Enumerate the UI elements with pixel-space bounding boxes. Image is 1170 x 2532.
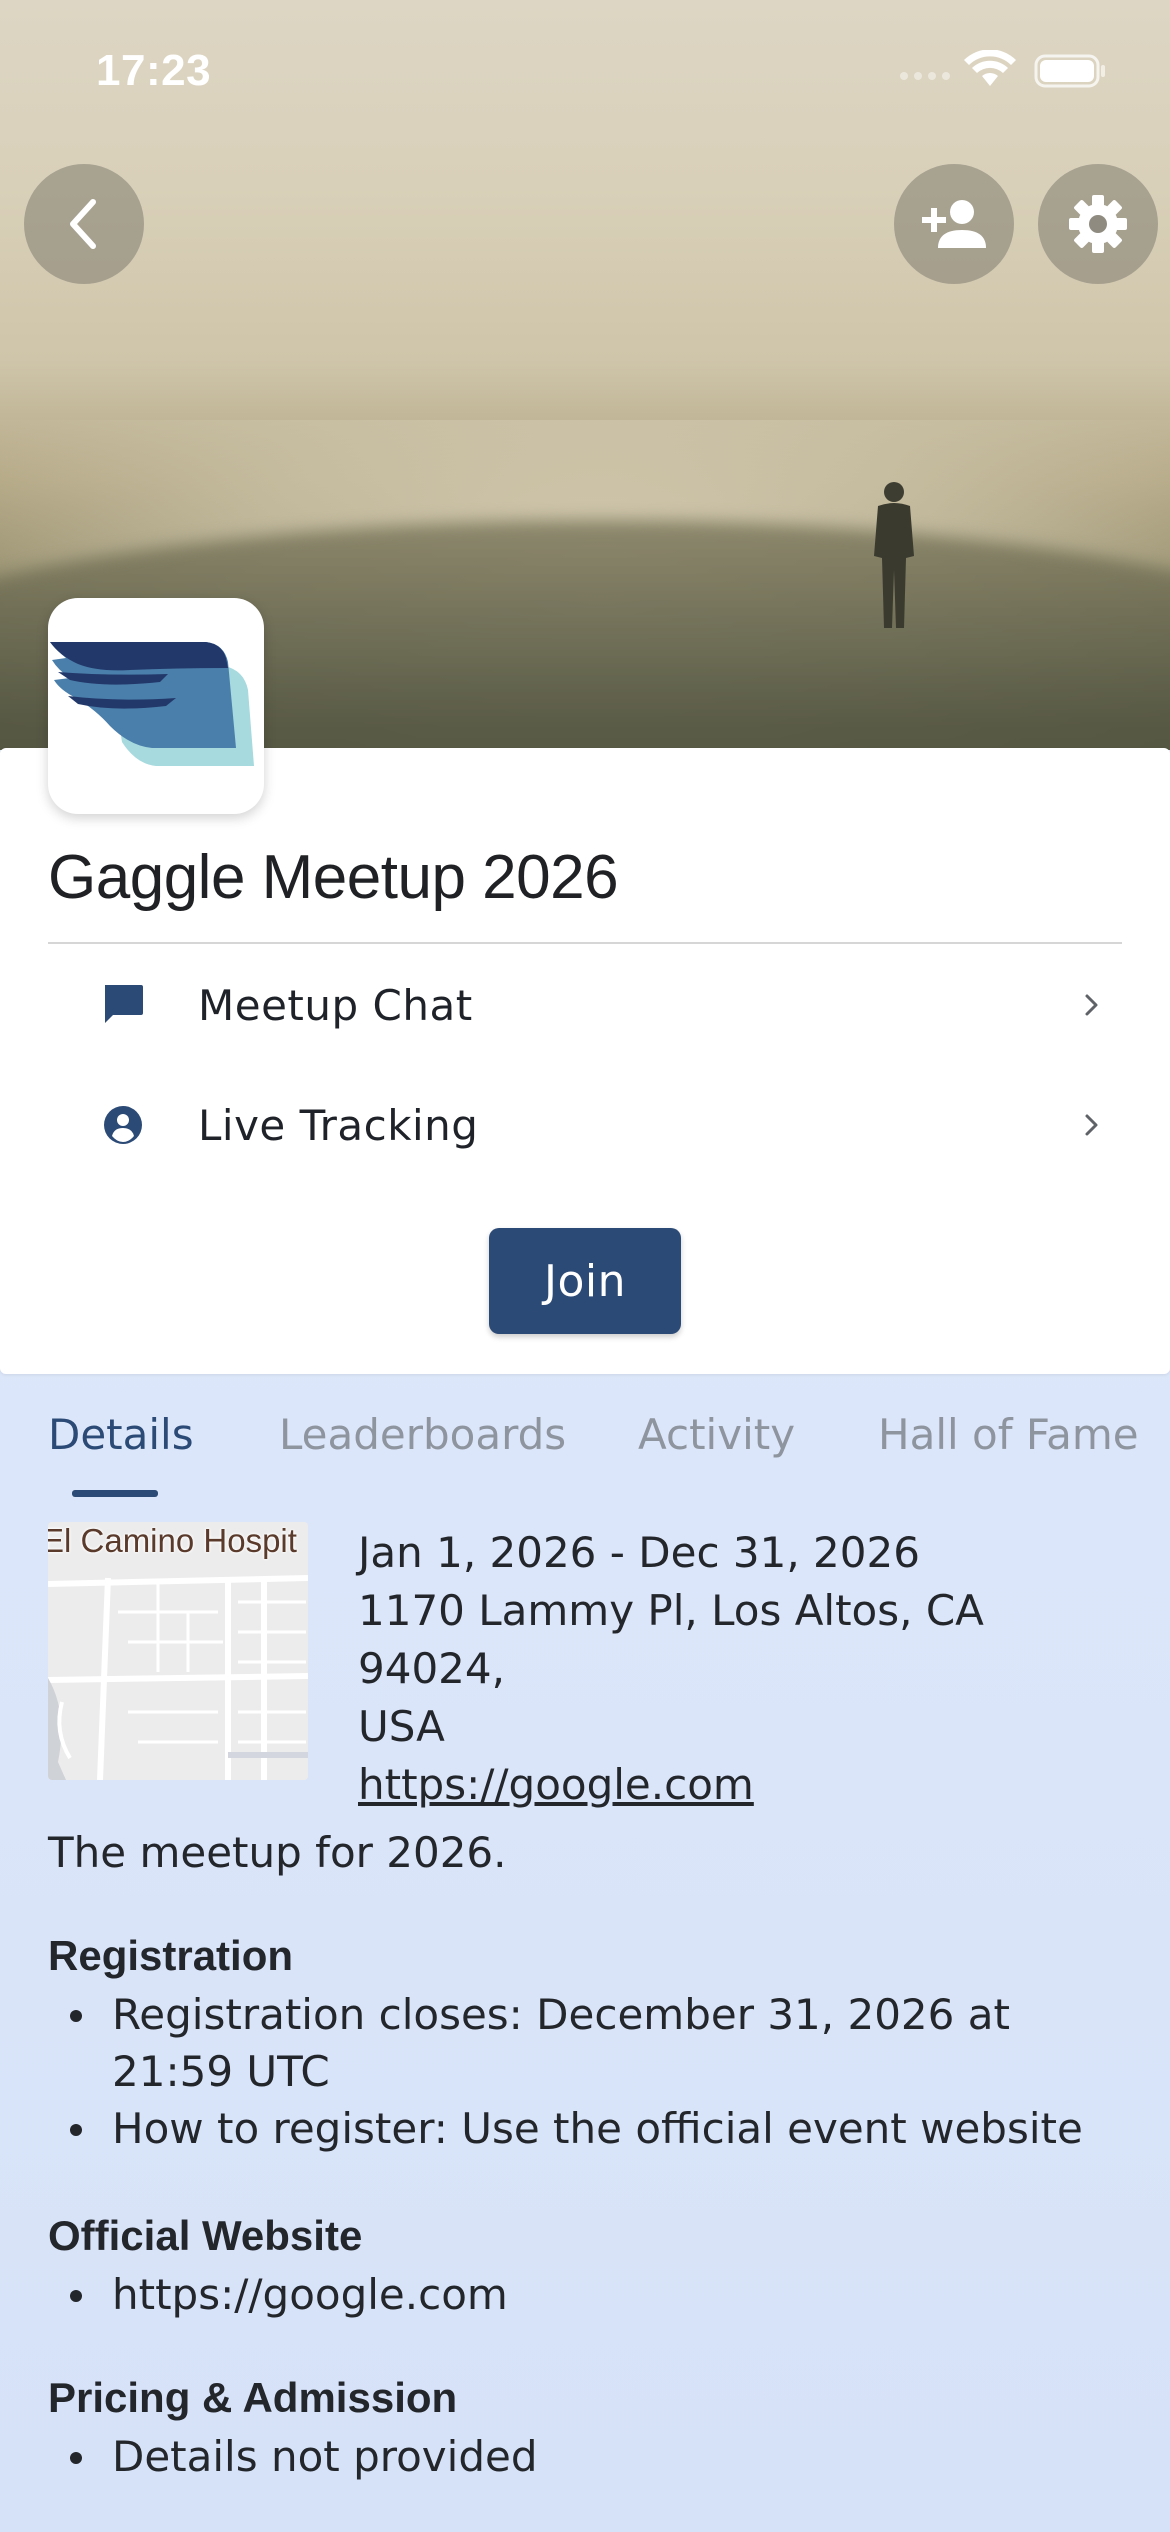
- chat-bubble-icon: [105, 985, 143, 1023]
- live-tracking-label: Live Tracking: [198, 1100, 479, 1150]
- active-tab-indicator: [72, 1490, 158, 1497]
- section-heading: Pricing & Admission: [48, 2374, 458, 2421]
- gear-icon: [1069, 195, 1127, 253]
- event-date-range: Jan 1, 2026 - Dec 31, 2026: [358, 1528, 920, 1577]
- official-website-section: Official Website https://google.com: [48, 2212, 1128, 2323]
- chevron-right-icon: [1085, 994, 1098, 1016]
- person-pin-icon: [104, 1106, 142, 1144]
- event-address-line1: 1170 Lammy Pl, Los Altos, CA 94024,: [358, 1586, 984, 1693]
- event-address-line2: USA: [358, 1702, 445, 1751]
- event-website-link[interactable]: https://google.com: [358, 1756, 1138, 1814]
- event-description: The meetup for 2026.: [48, 1828, 507, 1877]
- list-item: How to register: Use the official event …: [48, 2100, 1128, 2157]
- tab-leaderboards[interactable]: Leaderboards: [279, 1410, 566, 1459]
- event-title: Gaggle Meetup 2026: [48, 843, 619, 912]
- wifi-icon: [964, 50, 1016, 86]
- list-item: Details not provided: [48, 2428, 1128, 2485]
- join-button[interactable]: Join: [489, 1228, 681, 1334]
- map-place-label: El Camino Hospit: [48, 1522, 297, 1559]
- tab-bar: Details Leaderboards Activity Hall of Fa…: [0, 1410, 1170, 1500]
- section-heading: Official Website: [48, 2212, 363, 2259]
- status-time: 17:23: [96, 46, 212, 95]
- status-icons: [900, 50, 1105, 88]
- list-item: https://google.com: [48, 2266, 1128, 2323]
- map-streets: [48, 1522, 308, 1780]
- title-divider: [48, 942, 1122, 944]
- chevron-right-icon: [1085, 1114, 1098, 1136]
- settings-button[interactable]: [1038, 164, 1158, 284]
- registration-section: Registration Registration closes: Decemb…: [48, 1932, 1128, 2157]
- person-add-icon: [922, 200, 986, 248]
- gaggle-logo-icon: [50, 642, 254, 766]
- tab-activity[interactable]: Activity: [638, 1410, 795, 1459]
- location-map[interactable]: El Camino Hospit: [48, 1522, 308, 1780]
- section-heading: Registration: [48, 1932, 294, 1979]
- event-logo: [48, 598, 264, 814]
- tab-details[interactable]: Details: [48, 1410, 194, 1459]
- pricing-section: Pricing & Admission Details not provided: [48, 2374, 1128, 2485]
- meetup-chat-label: Meetup Chat: [198, 980, 473, 1030]
- meetup-chat-row[interactable]: Meetup Chat: [48, 950, 1122, 1060]
- live-tracking-row[interactable]: Live Tracking: [48, 1070, 1122, 1180]
- list-item: Registration closes: December 31, 2026 a…: [48, 1986, 1128, 2100]
- person-silhouette: [874, 482, 914, 628]
- battery-icon: [1034, 54, 1105, 88]
- back-button[interactable]: [24, 164, 144, 284]
- add-person-button[interactable]: [894, 164, 1014, 284]
- signal-icon: [900, 72, 950, 80]
- chevron-left-icon: [70, 199, 96, 249]
- event-info: Jan 1, 2026 - Dec 31, 2026 1170 Lammy Pl…: [358, 1524, 1138, 1814]
- tab-hall-of-fame[interactable]: Hall of Fame: [878, 1410, 1139, 1459]
